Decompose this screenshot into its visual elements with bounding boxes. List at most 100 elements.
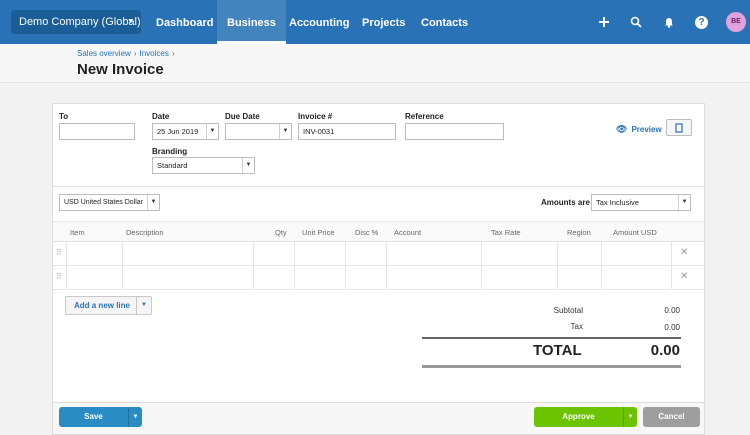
column-header-amount: Amount USD bbox=[613, 228, 657, 237]
approve-button[interactable]: Approve ▼ bbox=[534, 407, 637, 427]
preview-link[interactable]: 👁 Preview bbox=[616, 124, 662, 135]
breadcrumb: Sales overview › Invoices › bbox=[77, 49, 178, 58]
delete-row-icon[interactable]: ✕ bbox=[680, 271, 688, 282]
item-cell[interactable] bbox=[66, 242, 122, 266]
line-items-header: Item Description Qty Unit Price Disc % A… bbox=[53, 221, 704, 242]
delete-row-icon[interactable]: ✕ bbox=[680, 247, 688, 258]
save-label: Save bbox=[84, 412, 103, 421]
tax-value: 0.00 bbox=[664, 323, 680, 332]
qty-cell[interactable] bbox=[253, 242, 294, 266]
description-cell[interactable] bbox=[122, 242, 253, 266]
column-header-unit-price: Unit Price bbox=[302, 228, 335, 237]
column-header-description: Description bbox=[126, 228, 164, 237]
chevron-down-icon[interactable]: ▼ bbox=[128, 407, 142, 427]
user-avatar[interactable]: BE bbox=[726, 12, 746, 32]
drag-handle-icon[interactable]: ⠿ bbox=[56, 248, 62, 257]
bell-icon[interactable] bbox=[660, 13, 678, 31]
save-button[interactable]: Save ▼ bbox=[59, 407, 142, 427]
reference-label: Reference bbox=[405, 112, 444, 121]
eye-icon: 👁 bbox=[616, 124, 628, 134]
breadcrumb-sales-overview[interactable]: Sales overview bbox=[77, 49, 131, 58]
region-cell[interactable] bbox=[557, 242, 601, 266]
chevron-down-icon[interactable]: ▼ bbox=[678, 195, 690, 210]
breadcrumb-separator: › bbox=[171, 49, 175, 58]
add-new-line-label: Add a new line bbox=[73, 301, 130, 310]
breadcrumb-invoices[interactable]: Invoices bbox=[139, 49, 168, 58]
column-header-region: Region bbox=[567, 228, 591, 237]
amounts-are-value: Tax Inclusive bbox=[596, 198, 639, 207]
copy-button[interactable] bbox=[666, 119, 692, 136]
form-actions-bar: Save ▼ Approve ▼ Cancel bbox=[52, 403, 705, 435]
tax-rate-cell[interactable] bbox=[481, 266, 557, 290]
subtotal-label: Subtotal bbox=[553, 306, 583, 315]
column-header-account: Account bbox=[394, 228, 422, 237]
nav-contacts[interactable]: Contacts bbox=[411, 0, 478, 44]
organisation-switcher[interactable]: Demo Company (Global) ▼ bbox=[11, 10, 141, 34]
region-cell[interactable] bbox=[557, 266, 601, 290]
search-icon[interactable] bbox=[627, 13, 645, 31]
amounts-are-label: Amounts are bbox=[541, 198, 590, 207]
due-date-label: Due Date bbox=[225, 112, 260, 121]
item-cell[interactable] bbox=[66, 266, 122, 290]
page-title: New Invoice bbox=[77, 61, 164, 78]
branding-select[interactable]: Standard ▼ bbox=[152, 157, 255, 174]
amount-cell[interactable] bbox=[601, 266, 672, 290]
date-value: 25 Jun 2019 bbox=[157, 127, 199, 136]
qty-cell[interactable] bbox=[253, 266, 294, 290]
disc-cell[interactable] bbox=[345, 242, 386, 266]
divider bbox=[53, 186, 704, 187]
nav-dashboard[interactable]: Dashboard bbox=[146, 0, 223, 44]
amount-cell[interactable] bbox=[601, 242, 672, 266]
due-date-input[interactable]: ▼ bbox=[225, 123, 292, 140]
chevron-down-icon[interactable]: ▼ bbox=[206, 124, 218, 139]
help-icon[interactable]: ? bbox=[695, 16, 708, 29]
preview-label: Preview bbox=[631, 125, 662, 134]
account-cell[interactable] bbox=[386, 242, 481, 266]
total-label: TOTAL bbox=[533, 342, 582, 359]
reference-input[interactable] bbox=[405, 123, 504, 140]
nav-accounting[interactable]: Accounting bbox=[279, 0, 360, 44]
total-value: 0.00 bbox=[650, 342, 680, 359]
table-row: ⠿ ✕ bbox=[53, 266, 704, 290]
disc-cell[interactable] bbox=[345, 266, 386, 290]
organisation-name: Demo Company (Global) bbox=[19, 16, 141, 28]
add-new-line-button[interactable]: Add a new line ▼ bbox=[65, 296, 152, 315]
unit-price-cell[interactable] bbox=[294, 242, 345, 266]
subtotal-value: 0.00 bbox=[664, 306, 680, 315]
total-divider bbox=[422, 337, 681, 339]
table-row: ⠿ ✕ bbox=[53, 242, 704, 266]
invoice-number-label: Invoice # bbox=[298, 112, 333, 121]
description-cell[interactable] bbox=[122, 266, 253, 290]
chevron-down-icon[interactable]: ▼ bbox=[136, 297, 151, 314]
date-label: Date bbox=[152, 112, 170, 121]
currency-select[interactable]: USD United States Dollar ▼ bbox=[59, 194, 160, 211]
approve-label: Approve bbox=[562, 412, 595, 421]
plus-icon[interactable] bbox=[595, 13, 613, 31]
top-navigation: Demo Company (Global) ▼ Dashboard Busine… bbox=[0, 0, 750, 44]
chevron-down-icon[interactable]: ▼ bbox=[623, 407, 637, 427]
tax-label: Tax bbox=[570, 322, 583, 331]
to-label: To bbox=[59, 112, 69, 121]
unit-price-cell[interactable] bbox=[294, 266, 345, 290]
drag-handle-icon[interactable]: ⠿ bbox=[56, 272, 62, 281]
amounts-are-select[interactable]: Tax Inclusive ▼ bbox=[591, 194, 691, 211]
column-header-tax-rate: Tax Rate bbox=[491, 228, 521, 237]
invoice-number-input[interactable]: INV-0031 bbox=[298, 123, 396, 140]
total-divider bbox=[422, 365, 681, 368]
branding-value: Standard bbox=[157, 161, 188, 170]
column-header-item: Item bbox=[70, 228, 85, 237]
nav-projects[interactable]: Projects bbox=[352, 0, 415, 44]
copy-icon bbox=[675, 123, 683, 133]
account-cell[interactable] bbox=[386, 266, 481, 290]
tax-rate-cell[interactable] bbox=[481, 242, 557, 266]
to-input[interactable] bbox=[59, 123, 135, 140]
breadcrumb-separator: › bbox=[133, 49, 137, 58]
nav-business[interactable]: Business bbox=[217, 0, 286, 44]
date-input[interactable]: 25 Jun 2019 ▼ bbox=[152, 123, 219, 140]
chevron-down-icon[interactable]: ▼ bbox=[279, 124, 291, 139]
column-header-disc: Disc % bbox=[355, 228, 379, 237]
chevron-down-icon[interactable]: ▼ bbox=[147, 195, 159, 210]
page-header: Sales overview › Invoices › New Invoice bbox=[0, 44, 750, 83]
cancel-button[interactable]: Cancel bbox=[643, 407, 700, 427]
chevron-down-icon[interactable]: ▼ bbox=[242, 158, 254, 173]
